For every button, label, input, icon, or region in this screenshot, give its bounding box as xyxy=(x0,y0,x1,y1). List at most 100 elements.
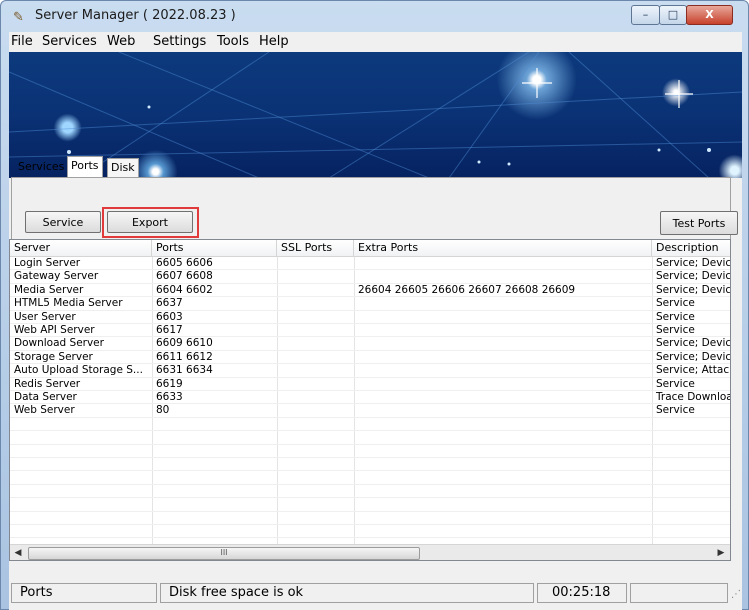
row-divider xyxy=(10,457,730,458)
column-header-server[interactable]: Server xyxy=(10,240,152,256)
table-row[interactable]: Web API Server 6617 Service xyxy=(10,324,730,337)
row-divider xyxy=(10,537,730,539)
test-ports-button[interactable]: Test Ports xyxy=(660,211,738,235)
cell-server: HTML5 Media Server xyxy=(14,297,123,310)
cell-description: Service; Device xyxy=(656,337,730,350)
row-divider xyxy=(10,309,730,311)
cell-server: Media Server xyxy=(14,283,84,296)
cell-server: Download Server xyxy=(14,337,104,350)
cell-server: Gateway Server xyxy=(14,270,99,283)
cell-ports: 6605 6606 xyxy=(156,257,213,269)
row-divider xyxy=(10,282,730,284)
cell-description: Service xyxy=(656,324,695,336)
ports-table: Server Ports SSL Ports Extra Ports Descr… xyxy=(9,239,731,561)
table-row[interactable]: Media Server 6604 6602 26604 26605 26606 2… xyxy=(10,284,730,297)
table-row[interactable]: Download Server 6609 6610 Service; Device xyxy=(10,337,730,350)
row-divider xyxy=(10,510,730,512)
column-header-description[interactable]: Description xyxy=(652,240,730,256)
status-panel-mode: Ports xyxy=(11,583,157,603)
status-panel-time: 00:25:18 xyxy=(537,583,627,603)
tab-disk-info[interactable]: Disk Info xyxy=(107,158,139,192)
cell-server: User Server xyxy=(14,310,76,323)
row-divider xyxy=(10,390,730,391)
row-divider xyxy=(10,376,730,378)
table-row[interactable]: Data Server 6633 Trace Download xyxy=(10,391,730,404)
status-panel-disk: Disk free space is ok xyxy=(160,583,534,603)
table-row[interactable]: Storage Server 6611 6612 Service; Device xyxy=(10,351,730,364)
status-panel-extra xyxy=(630,583,728,603)
cell-description: Service xyxy=(656,297,695,310)
table-row[interactable]: HTML5 Media Server 6637 Service xyxy=(10,297,730,310)
cell-server: Web Server xyxy=(14,404,75,417)
row-divider xyxy=(10,443,730,445)
cell-description: Service; Device xyxy=(656,270,730,283)
cell-server: Auto Upload Storage S... xyxy=(14,364,143,377)
cell-description: Service xyxy=(656,377,695,390)
cell-ports: 6604 6602 xyxy=(156,283,213,296)
row-divider xyxy=(10,296,730,298)
row-divider xyxy=(10,470,730,472)
status-bar: Ports Disk free space is ok 00:25:18 ⋰ xyxy=(9,583,742,605)
window-title: Server Manager ( 2022.08.23 ) xyxy=(35,8,236,23)
table-row[interactable]: Web Server 80 Service xyxy=(10,404,730,417)
maximize-button[interactable]: □ xyxy=(659,5,687,25)
cell-ports: 6609 6610 xyxy=(156,337,213,350)
table-row[interactable]: Gateway Server 6607 6608 Service; Device xyxy=(10,270,730,283)
scroll-left-arrow-icon[interactable]: ◀ xyxy=(10,545,26,560)
cell-server: Redis Server xyxy=(14,377,81,390)
horizontal-scrollbar[interactable]: ◀ III ▶ xyxy=(10,544,730,560)
row-divider xyxy=(10,416,730,418)
tab-ports[interactable]: Ports xyxy=(67,156,103,177)
menu-tools[interactable]: Tools xyxy=(217,34,249,49)
row-divider xyxy=(10,430,730,432)
cell-server: Web API Server xyxy=(14,324,95,336)
row-divider xyxy=(10,363,730,365)
cell-ports: 80 xyxy=(156,404,170,417)
menu-file[interactable]: File xyxy=(11,34,33,49)
row-divider xyxy=(10,269,730,271)
cell-description: Service; Device; W xyxy=(656,283,730,296)
server-manager-window: ✎ Server Manager ( 2022.08.23 ) – □ X Fi… xyxy=(0,0,749,610)
close-button[interactable]: X xyxy=(686,5,733,25)
scroll-thumb[interactable]: III xyxy=(28,547,420,560)
cell-ports: 6607 6608 xyxy=(156,270,213,283)
cell-ports: 6637 xyxy=(156,297,183,310)
menu-settings[interactable]: Settings xyxy=(153,34,206,49)
cell-description: Service; Device xyxy=(656,350,730,363)
column-header-ssl-ports[interactable]: SSL Ports xyxy=(277,240,354,256)
table-row[interactable]: Redis Server 6619 Service xyxy=(10,378,730,391)
table-row[interactable]: User Server 6603 Service xyxy=(10,311,730,324)
minimize-button[interactable]: – xyxy=(631,5,660,25)
row-divider xyxy=(10,349,730,351)
column-header-ports[interactable]: Ports xyxy=(152,240,277,256)
row-divider xyxy=(10,483,730,485)
tab-services[interactable]: Services xyxy=(15,158,67,176)
row-divider xyxy=(10,403,730,405)
scroll-right-arrow-icon[interactable]: ▶ xyxy=(713,545,729,560)
title-bar[interactable]: ✎ Server Manager ( 2022.08.23 ) – □ X xyxy=(1,1,748,31)
menu-help[interactable]: Help xyxy=(259,34,289,49)
cell-description: Service xyxy=(656,310,695,323)
table-row[interactable]: Login Server 6605 6606 Service; Device xyxy=(10,257,730,270)
resize-grip-icon[interactable]: ⋰ xyxy=(731,589,741,600)
cell-ports: 6631 6634 xyxy=(156,364,213,377)
menu-services[interactable]: Services xyxy=(42,34,97,49)
service-config-button[interactable]: Service Config xyxy=(25,211,101,250)
table-row[interactable]: Auto Upload Storage S... 6631 6634 Service… xyxy=(10,364,730,377)
export-highlight-box xyxy=(102,207,199,238)
cell-description: Service; Device xyxy=(656,257,730,269)
menu-web[interactable]: Web xyxy=(107,34,135,49)
row-divider xyxy=(10,336,730,338)
column-header-extra-ports[interactable]: Extra Ports xyxy=(354,240,652,256)
cell-ports: 6619 xyxy=(156,377,183,390)
cell-description: Service xyxy=(656,404,695,417)
menu-bar: File Services Web Settings Tools Help xyxy=(9,32,742,52)
table-header: Server Ports SSL Ports Extra Ports Descr… xyxy=(10,240,730,257)
cell-ports: 6617 xyxy=(156,324,183,336)
cell-server: Login Server xyxy=(14,257,81,269)
row-divider xyxy=(10,524,730,525)
cell-ports: 6633 xyxy=(156,391,183,403)
cell-ports: 6611 6612 xyxy=(156,350,213,363)
cell-description: Service; Attachme xyxy=(656,364,730,377)
app-icon: ✎ xyxy=(13,10,24,25)
